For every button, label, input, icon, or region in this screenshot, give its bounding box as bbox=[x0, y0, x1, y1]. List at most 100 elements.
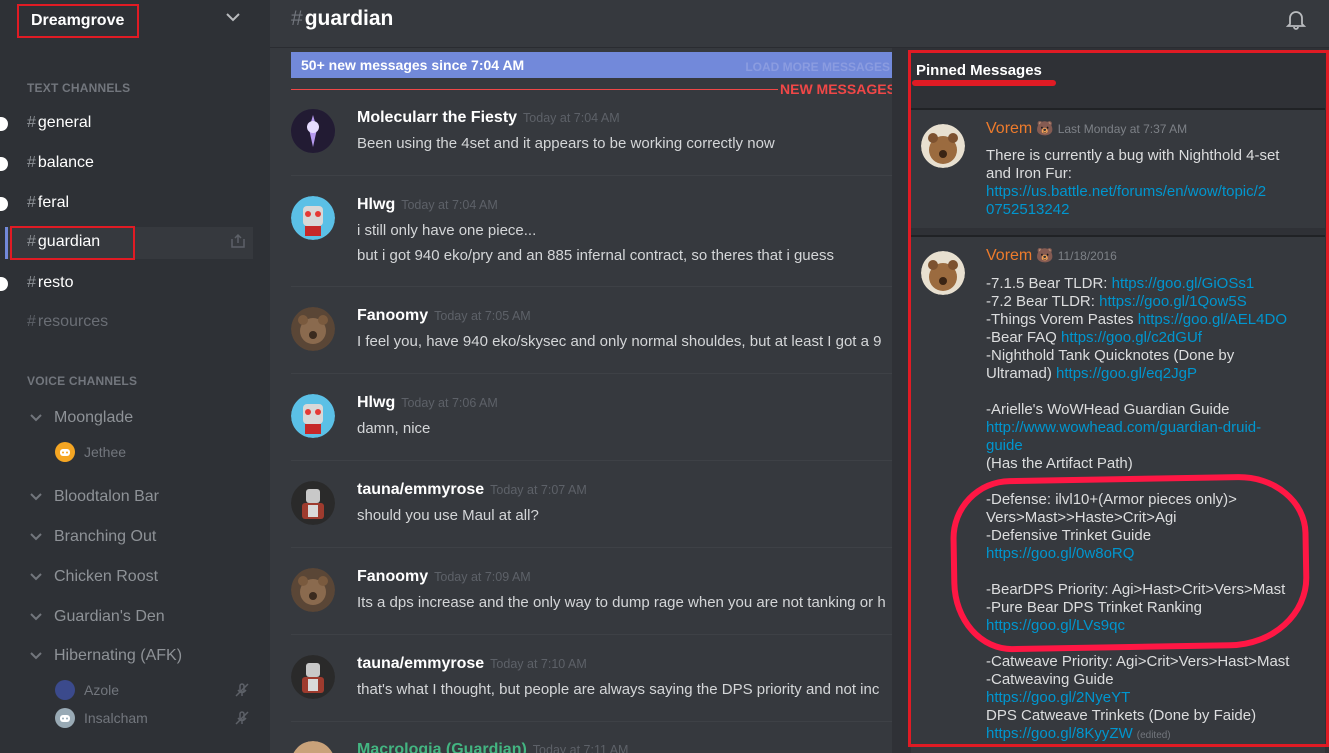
channel-title: #guardian bbox=[291, 7, 394, 30]
channel-guardian[interactable]: # guardian bbox=[5, 227, 253, 259]
chevron-down-icon bbox=[30, 573, 42, 581]
avatar[interactable] bbox=[291, 394, 335, 438]
message-link[interactable]: https://goo.gl/1Qow5S bbox=[1099, 293, 1247, 310]
avatar[interactable] bbox=[291, 481, 335, 525]
channel-name: guardian bbox=[37, 233, 101, 250]
invite-icon[interactable] bbox=[230, 233, 246, 249]
voice-user[interactable]: Insalcham bbox=[55, 708, 250, 730]
message-link[interactable]: http://www.wowhead.com/guardian-druid- bbox=[986, 419, 1316, 437]
message-divider bbox=[291, 460, 892, 461]
channel-resources[interactable]: # resources bbox=[20, 307, 252, 339]
message-divider bbox=[291, 721, 892, 722]
unread-indicator bbox=[0, 277, 8, 291]
message-timestamp: Today at 7:07 AM bbox=[490, 483, 587, 497]
channel-balance[interactable]: # balance bbox=[0, 148, 252, 180]
avatar[interactable] bbox=[291, 307, 335, 351]
discord-logo-icon bbox=[60, 715, 70, 722]
message-link[interactable]: https://goo.gl/AEL4DO bbox=[1138, 311, 1287, 328]
channel-general[interactable]: # general bbox=[0, 108, 252, 140]
message-link[interactable]: https://goo.gl/c2dGUf bbox=[1061, 329, 1202, 346]
unread-indicator bbox=[0, 157, 8, 171]
avatar[interactable] bbox=[291, 655, 335, 699]
message-link[interactable]: https://goo.gl/0w8oRQ bbox=[986, 545, 1316, 563]
message-author[interactable]: Fanoomy Today at 7:05 AM bbox=[357, 307, 531, 325]
message-link[interactable]: 0752513242 bbox=[986, 201, 1316, 219]
message-author[interactable]: tauna/emmyrose Today at 7:07 AM bbox=[357, 481, 587, 499]
channel-resto[interactable]: # resto bbox=[0, 268, 252, 300]
message-link[interactable]: https://us.battle.net/forums/en/wow/topi… bbox=[986, 183, 1316, 201]
bear-emoji-icon: 🐻 bbox=[1036, 120, 1054, 136]
channel-header: #guardian bbox=[270, 0, 1329, 48]
message-text: that's what I thought, but people are al… bbox=[357, 681, 880, 698]
server-header[interactable]: Dreamgrove bbox=[0, 0, 270, 48]
pinned-message[interactable]: Vorem 🐻 Last Monday at 7:37 AM There is cu… bbox=[911, 108, 1325, 228]
new-messages-label: NEW MESSAGES bbox=[778, 81, 898, 97]
message-link[interactable]: https://goo.gl/GiOSs1 bbox=[1112, 275, 1255, 292]
message-link[interactable]: https://goo.gl/8KyyZW bbox=[986, 725, 1133, 742]
discord-logo-icon bbox=[60, 449, 70, 456]
message-timestamp: Today at 7:10 AM bbox=[490, 657, 587, 671]
message-timestamp: Today at 7:04 AM bbox=[401, 198, 498, 212]
avatar[interactable] bbox=[291, 741, 335, 753]
avatar bbox=[55, 708, 75, 728]
avatar[interactable] bbox=[921, 251, 965, 295]
avatar[interactable] bbox=[291, 196, 335, 240]
voice-channel-hibernating-afk[interactable]: Hibernating (AFK) bbox=[30, 642, 250, 670]
message-link[interactable]: https://goo.gl/LVs9qc bbox=[986, 617, 1316, 635]
message-timestamp: Today at 7:11 AM bbox=[532, 743, 629, 753]
message-timestamp: Today at 7:06 AM bbox=[401, 396, 498, 410]
message-group: Fanoomy Today at 7:09 AM Its a dps increa… bbox=[291, 568, 892, 628]
message-author[interactable]: Hlwg Today at 7:04 AM bbox=[357, 196, 498, 214]
pinned-author[interactable]: Vorem 🐻 11/18/2016 bbox=[986, 247, 1117, 265]
pinned-message[interactable]: Vorem 🐻 11/18/2016 -7.1.5 Bear TLDR: https… bbox=[911, 235, 1325, 753]
load-more-link[interactable]: LOAD MORE MESSAGES bbox=[745, 60, 890, 74]
bear-emoji-icon: 🐻 bbox=[1036, 247, 1054, 263]
new-messages-bar[interactable]: 50+ new messages since 7:04 AM LOAD MORE… bbox=[291, 52, 894, 78]
message-author[interactable]: Hlwg Today at 7:06 AM bbox=[357, 394, 498, 412]
unread-indicator bbox=[0, 197, 8, 211]
channel-name: general bbox=[37, 114, 92, 131]
voice-channel-branching-out[interactable]: Branching Out bbox=[30, 523, 250, 551]
message-group: Hlwg Today at 7:06 AM damn, nice bbox=[291, 394, 892, 454]
avatar[interactable] bbox=[291, 568, 335, 612]
pinned-author[interactable]: Vorem 🐻 Last Monday at 7:37 AM bbox=[986, 120, 1187, 138]
avatar bbox=[55, 442, 75, 462]
message-author[interactable]: Fanoomy Today at 7:09 AM bbox=[357, 568, 531, 586]
message-timestamp: Today at 7:09 AM bbox=[434, 570, 531, 584]
message-text: Its a dps increase and the only way to d… bbox=[357, 594, 886, 611]
chevron-down-icon bbox=[30, 493, 42, 501]
channel-sidebar: Dreamgrove TEXT CHANNELS # general # balan… bbox=[0, 0, 270, 753]
server-name[interactable]: Dreamgrove bbox=[17, 4, 139, 38]
voice-channels-label[interactable]: VOICE CHANNELS bbox=[27, 374, 137, 388]
voice-channel-bloodtalon-bar[interactable]: Bloodtalon Bar bbox=[30, 483, 250, 511]
avatar[interactable] bbox=[291, 109, 335, 153]
avatar[interactable] bbox=[921, 124, 965, 168]
unread-indicator bbox=[0, 117, 8, 131]
chevron-down-icon[interactable] bbox=[222, 6, 244, 28]
chevron-down-icon bbox=[30, 652, 42, 660]
pinned-body: There is currently a bug with Nighthold … bbox=[986, 147, 1316, 219]
message-group: Macrologia (Guardian) Today at 7:11 AM bbox=[291, 741, 892, 753]
message-link[interactable]: https://goo.gl/eq2JgP bbox=[1056, 365, 1197, 382]
channel-feral[interactable]: # feral bbox=[0, 188, 252, 220]
message-link[interactable]: https://goo.gl/2NyeYT bbox=[986, 689, 1316, 707]
voice-user[interactable]: Azole bbox=[55, 680, 250, 702]
bell-icon[interactable] bbox=[1285, 8, 1307, 30]
message-author[interactable]: Molecularr the Fiesty Today at 7:04 AM bbox=[357, 109, 620, 127]
pinned-timestamp: Last Monday at 7:37 AM bbox=[1057, 122, 1188, 136]
message-link[interactable]: guide bbox=[986, 437, 1316, 455]
pinned-timestamp: 11/18/2016 bbox=[1057, 249, 1117, 263]
message-group: Hlwg Today at 7:04 AM i still only have o… bbox=[291, 196, 892, 271]
message-divider bbox=[291, 175, 892, 176]
voice-channel-moonglade[interactable]: Moonglade bbox=[30, 404, 250, 432]
voice-user[interactable]: Jethee bbox=[55, 442, 250, 464]
message-author[interactable]: tauna/emmyrose Today at 7:10 AM bbox=[357, 655, 587, 673]
message-author[interactable]: Macrologia (Guardian) Today at 7:11 AM bbox=[357, 741, 628, 753]
text-channels-label[interactable]: TEXT CHANNELS bbox=[27, 81, 130, 95]
voice-channel-guardians-den[interactable]: Guardian's Den bbox=[30, 603, 250, 631]
pinned-body: -7.1.5 Bear TLDR: https://goo.gl/GiOSs1 … bbox=[986, 275, 1316, 745]
avatar bbox=[55, 680, 75, 700]
message-text: i still only have one piece... bbox=[357, 222, 537, 239]
voice-channel-chicken-roost[interactable]: Chicken Roost bbox=[30, 563, 250, 591]
message-group: Molecularr the Fiesty Today at 7:04 AM Be… bbox=[291, 109, 892, 169]
